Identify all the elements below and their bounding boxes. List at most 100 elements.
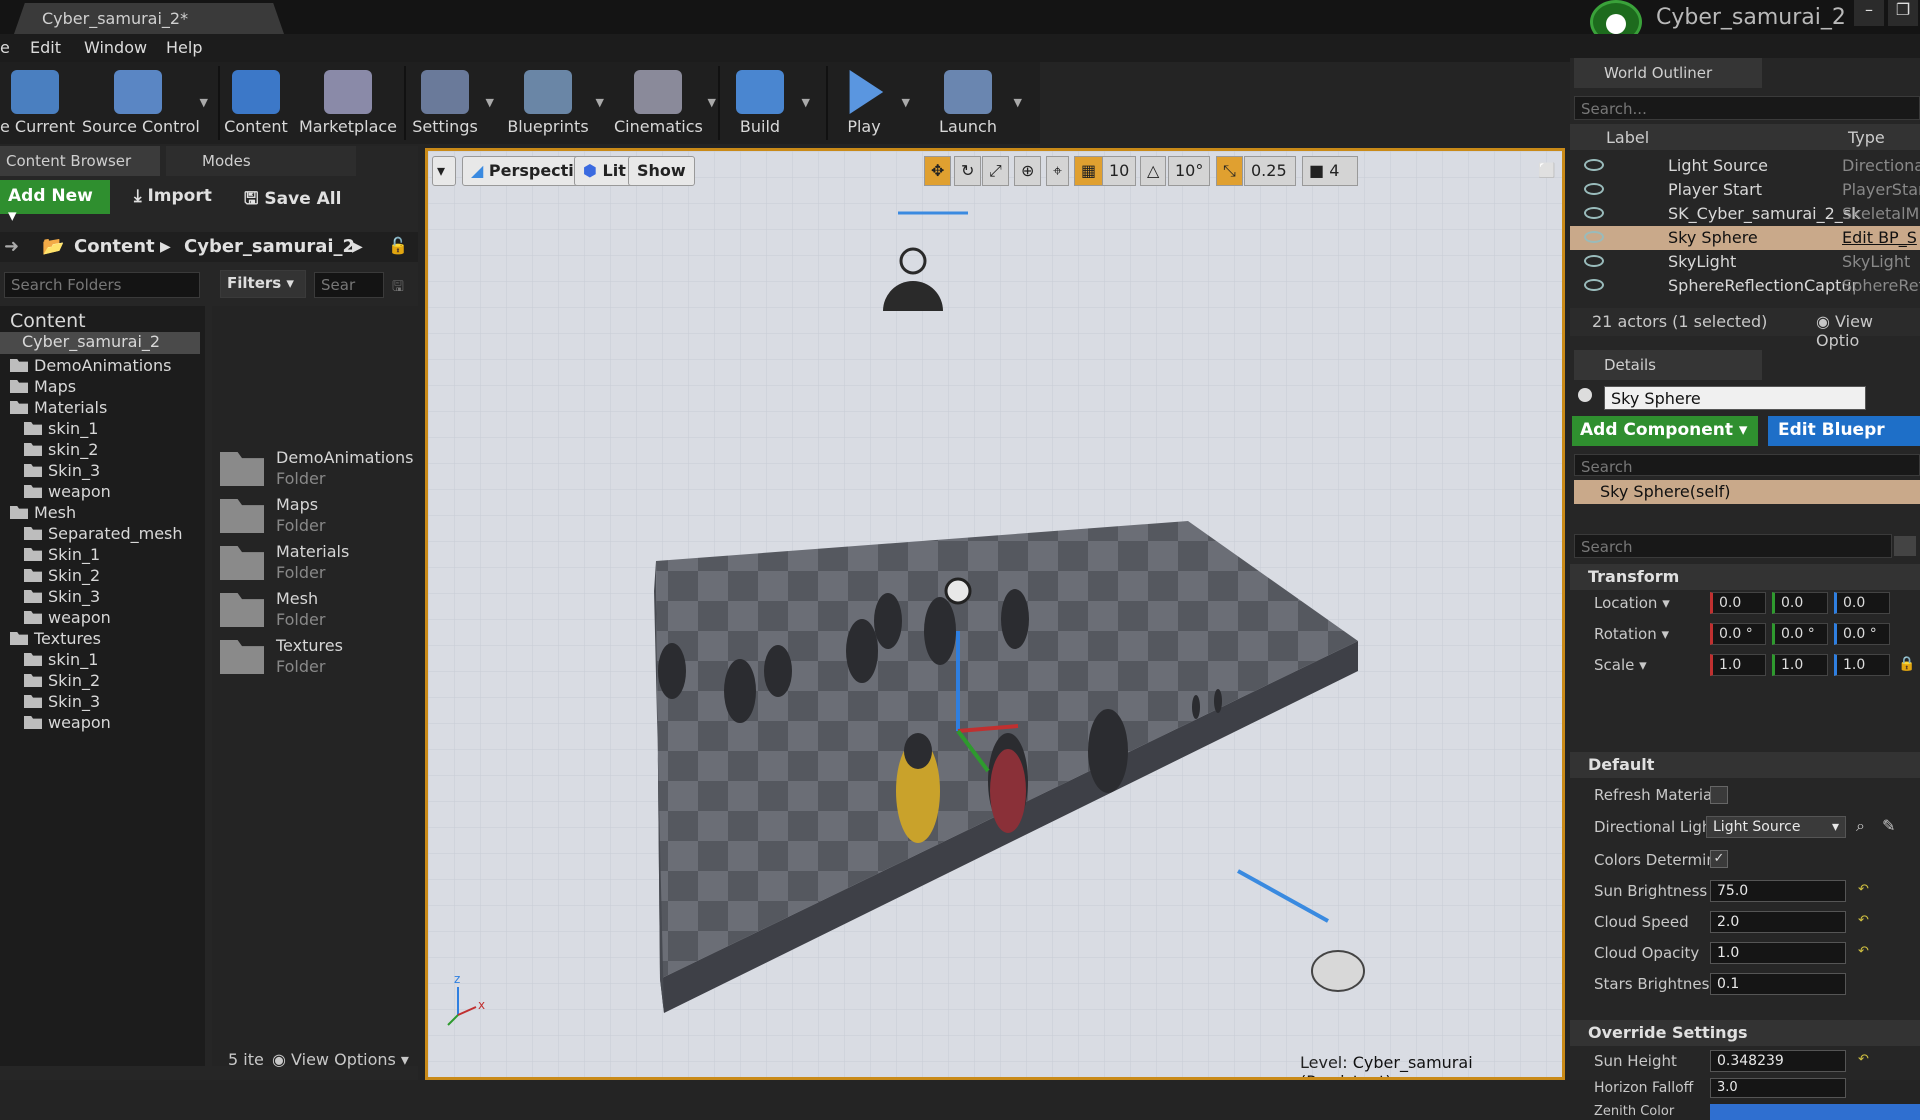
add-new-button[interactable]: Add New ▾	[0, 180, 110, 226]
tree-item-skin[interactable]: Skin_2	[24, 671, 100, 690]
scale-y-field[interactable]: 1.0	[1772, 654, 1828, 676]
menu-window[interactable]: Window	[84, 38, 147, 57]
component-search-input[interactable]: Search	[1574, 454, 1920, 476]
tree-item-mesh[interactable]: Mesh	[10, 503, 76, 522]
section-override-settings[interactable]: Override Settings	[1570, 1020, 1920, 1046]
sun-brightness-field[interactable]: 75.0	[1710, 880, 1846, 902]
section-transform[interactable]: Transform	[1570, 564, 1920, 590]
document-tab[interactable]: Cyber_samurai_2*	[14, 3, 284, 34]
menu-file[interactable]: e	[0, 38, 10, 57]
tree-item-weapon[interactable]: weapon	[24, 608, 111, 627]
content-button[interactable]: Content	[224, 62, 288, 144]
tree-item-skin[interactable]: skin_1	[24, 650, 98, 669]
sun-height-field[interactable]: 0.348239	[1710, 1050, 1846, 1072]
minimize-button[interactable]: –	[1854, 0, 1884, 26]
tree-item-demoanimations[interactable]: DemoAnimations	[10, 356, 171, 375]
tree-item-skin[interactable]: Skin_2	[24, 566, 100, 585]
rotation-y-field[interactable]: 0.0 °	[1772, 623, 1828, 645]
player-start-icon[interactable]	[1311, 950, 1365, 992]
viewport-options-button[interactable]: ▾	[432, 156, 456, 186]
eye-icon[interactable]	[1584, 279, 1604, 291]
reset-to-default-icon[interactable]: ↶	[1858, 913, 1869, 928]
tree-item-weapon[interactable]: weapon	[24, 482, 111, 501]
outliner-view-options[interactable]: ◉ View Optio	[1816, 312, 1920, 350]
colors-determined-checkbox[interactable]: ✓	[1710, 850, 1728, 868]
rotation-z-field[interactable]: 0.0 °	[1834, 623, 1890, 645]
maximize-viewport-icon[interactable]: ⬜	[1538, 163, 1555, 179]
outliner-row[interactable]: Light Source Directional	[1570, 154, 1920, 178]
tree-item-textures[interactable]: Textures	[10, 629, 101, 648]
chevron-down-icon[interactable]: ▼	[596, 96, 604, 109]
breadcrumb-content[interactable]: Content	[74, 236, 155, 257]
directional-light-dropdown[interactable]: Light Source ▾	[1706, 816, 1846, 838]
outliner-row-selected[interactable]: Sky Sphere Edit BP_S	[1570, 226, 1920, 250]
breadcrumb-cyber-samurai[interactable]: Cyber_samurai_2	[184, 236, 355, 257]
eye-icon[interactable]	[1584, 231, 1604, 243]
tree-item-skin[interactable]: skin_2	[24, 440, 98, 459]
asset-tile[interactable]: Textures Folder	[218, 636, 418, 682]
rotate-mode-icon[interactable]: ↻	[954, 156, 982, 186]
scale-mode-icon[interactable]: ⤢	[982, 156, 1009, 186]
tree-item-skin[interactable]: Skin_1	[24, 545, 100, 564]
asset-tile[interactable]: Maps Folder	[218, 495, 418, 541]
outliner-row[interactable]: Player Start PlayerStar	[1570, 178, 1920, 202]
browse-icon[interactable]: ⌕	[1856, 816, 1865, 836]
cloud-opacity-field[interactable]: 1.0	[1710, 942, 1846, 964]
tree-item-skin[interactable]: Skin_3	[24, 692, 100, 711]
outliner-row[interactable]: SphereReflectionCapturSphereRefl	[1570, 274, 1920, 298]
tab-modes[interactable]: Modes	[166, 146, 356, 176]
section-default[interactable]: Default	[1570, 752, 1920, 778]
tree-item-skin[interactable]: Skin_3	[24, 587, 100, 606]
launch-button[interactable]: Launch ▼	[928, 62, 1022, 144]
location-x-field[interactable]: 0.0	[1710, 592, 1766, 614]
show-button[interactable]: Show	[628, 156, 695, 186]
tree-item-maps[interactable]: Maps	[10, 377, 76, 396]
horizon-falloff-field[interactable]: 3.0	[1710, 1078, 1846, 1098]
save-search-icon[interactable]: 🖫	[392, 276, 404, 300]
chevron-down-icon[interactable]: ▼	[902, 96, 910, 109]
tree-item-materials[interactable]: Materials	[10, 398, 107, 417]
edit-blueprint-button[interactable]: Edit Bluepr	[1768, 416, 1920, 446]
save-all-button[interactable]: 🖫 Save All	[236, 180, 349, 214]
reset-to-default-icon[interactable]: ↶	[1858, 944, 1869, 959]
view-options-button[interactable]: ◉ View Options ▾	[272, 1050, 409, 1069]
location-z-field[interactable]: 0.0	[1834, 592, 1890, 614]
chevron-down-icon[interactable]: ▼	[486, 96, 494, 109]
chevron-down-icon[interactable]: ▼	[200, 96, 208, 109]
sky-sphere-icon[interactable]	[944, 577, 972, 605]
rotation-snap-value[interactable]: 10°	[1168, 156, 1210, 186]
scale-x-field[interactable]: 1.0	[1710, 654, 1766, 676]
eyedropper-icon[interactable]: ✎	[1882, 816, 1895, 835]
source-control-button[interactable]: Source Control ▼	[82, 62, 208, 144]
details-search-input[interactable]: Search	[1574, 534, 1892, 558]
location-y-field[interactable]: 0.0	[1772, 592, 1828, 614]
grid-snap-value[interactable]: 10	[1102, 156, 1136, 186]
tab-content-browser[interactable]: Content Browser	[0, 146, 160, 176]
outliner-search-input[interactable]: Search...	[1574, 96, 1920, 120]
scale-label[interactable]: Scale ▾	[1594, 656, 1647, 674]
asset-tile[interactable]: Mesh Folder	[218, 589, 418, 635]
refresh-material-checkbox[interactable]	[1710, 786, 1728, 804]
build-button[interactable]: Build ▼	[724, 62, 810, 144]
component-self-row[interactable]: Sky Sphere(self)	[1574, 480, 1920, 504]
column-type[interactable]: Type	[1848, 128, 1885, 147]
settings-button[interactable]: Settings ▼	[410, 62, 494, 144]
zenith-color-swatch[interactable]	[1710, 1104, 1920, 1120]
camera-speed-button[interactable]: ■ 4	[1302, 156, 1358, 186]
reset-to-default-icon[interactable]: ↶	[1858, 882, 1869, 897]
eye-icon[interactable]	[1584, 183, 1604, 195]
menu-help[interactable]: Help	[166, 38, 202, 57]
lit-button[interactable]: ⬢ Lit	[574, 156, 635, 186]
property-matrix-icon[interactable]	[1894, 536, 1916, 556]
scale-snap-value[interactable]: 0.25	[1244, 156, 1296, 186]
tab-details[interactable]: Details	[1574, 350, 1762, 380]
chevron-down-icon[interactable]: ▼	[802, 96, 810, 109]
tree-item-separated-mesh[interactable]: Separated_mesh	[24, 524, 183, 543]
save-current-button[interactable]: e Current	[0, 62, 75, 144]
tree-item-content[interactable]: Content	[10, 310, 86, 332]
column-label[interactable]: Label	[1606, 128, 1649, 147]
asset-tile[interactable]: Materials Folder	[218, 542, 418, 588]
tree-item-skin[interactable]: Skin_3	[24, 461, 100, 480]
cinematics-button[interactable]: Cinematics ▼	[614, 62, 716, 144]
eye-icon[interactable]	[1584, 159, 1604, 171]
